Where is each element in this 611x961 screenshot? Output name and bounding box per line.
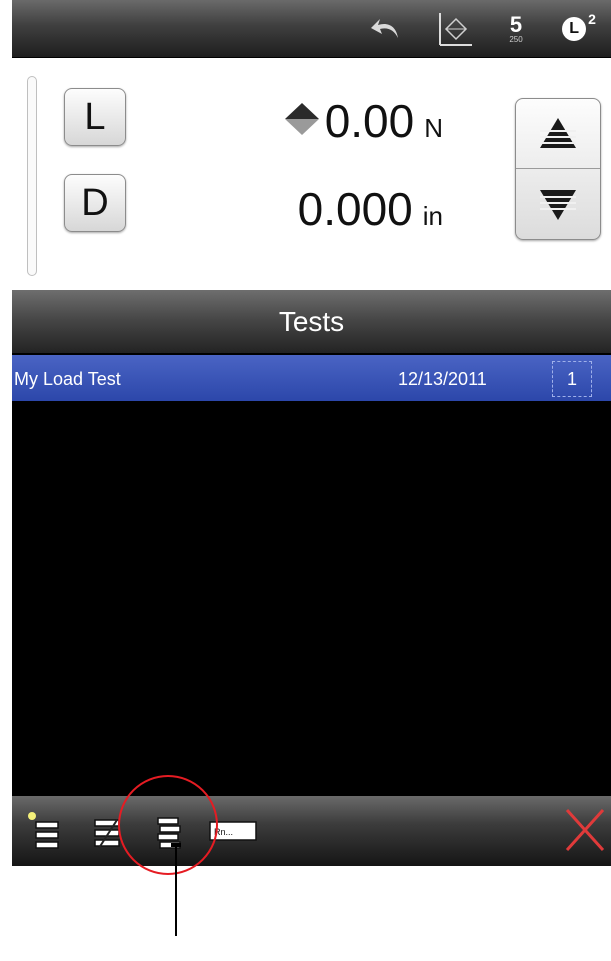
load-key-button[interactable]: L	[64, 88, 126, 146]
new-test-icon[interactable]	[22, 806, 66, 856]
tests-header: Tests	[12, 290, 611, 353]
top-bar: 5 250 L 2	[12, 0, 611, 58]
zero-icon[interactable]	[432, 10, 476, 48]
load-unit: N	[424, 113, 443, 143]
jog-up-icon	[540, 117, 576, 148]
jog-down-icon	[540, 189, 576, 220]
load-value: 0.00	[324, 95, 415, 147]
callout-line	[175, 846, 177, 936]
scroll-track[interactable]	[27, 76, 37, 276]
jog-up-button[interactable]	[516, 99, 600, 169]
load-mode-icon[interactable]: L 2	[552, 10, 606, 48]
displacement-readout: 0.000 in	[298, 182, 443, 236]
direction-icon	[283, 101, 321, 142]
displacement-key-button[interactable]: D	[64, 174, 126, 232]
load-readout: 0.00 N	[283, 94, 443, 148]
test-list: My Load Test 12/13/2011 1	[12, 353, 611, 796]
jog-down-button[interactable]	[516, 169, 600, 238]
mode-letter: L	[562, 17, 587, 41]
displacement-value: 0.000	[297, 183, 413, 235]
displacement-unit: in	[422, 201, 443, 231]
test-date: 12/13/2011	[398, 369, 487, 389]
bottom-toolbar: Rn...	[12, 796, 611, 866]
speed-icon[interactable]: 5 250	[499, 10, 533, 48]
close-icon[interactable]	[562, 804, 608, 854]
jog-control	[515, 98, 601, 240]
test-row-selected[interactable]: My Load Test 12/13/2011 1	[12, 355, 611, 401]
app-screen: 5 250 L 2 L D 0.00 N 0.000 in Tests My L…	[12, 0, 611, 866]
speed-sub-value: 250	[509, 35, 523, 44]
undo-icon[interactable]	[367, 10, 407, 48]
speed-value: 5	[509, 12, 523, 37]
readout-panel: L D 0.00 N 0.000 in	[12, 58, 611, 290]
test-count[interactable]: 1	[552, 361, 592, 397]
mode-superscript: 2	[588, 11, 596, 27]
callout-circle	[118, 775, 218, 875]
test-name: My Load Test	[14, 369, 121, 389]
